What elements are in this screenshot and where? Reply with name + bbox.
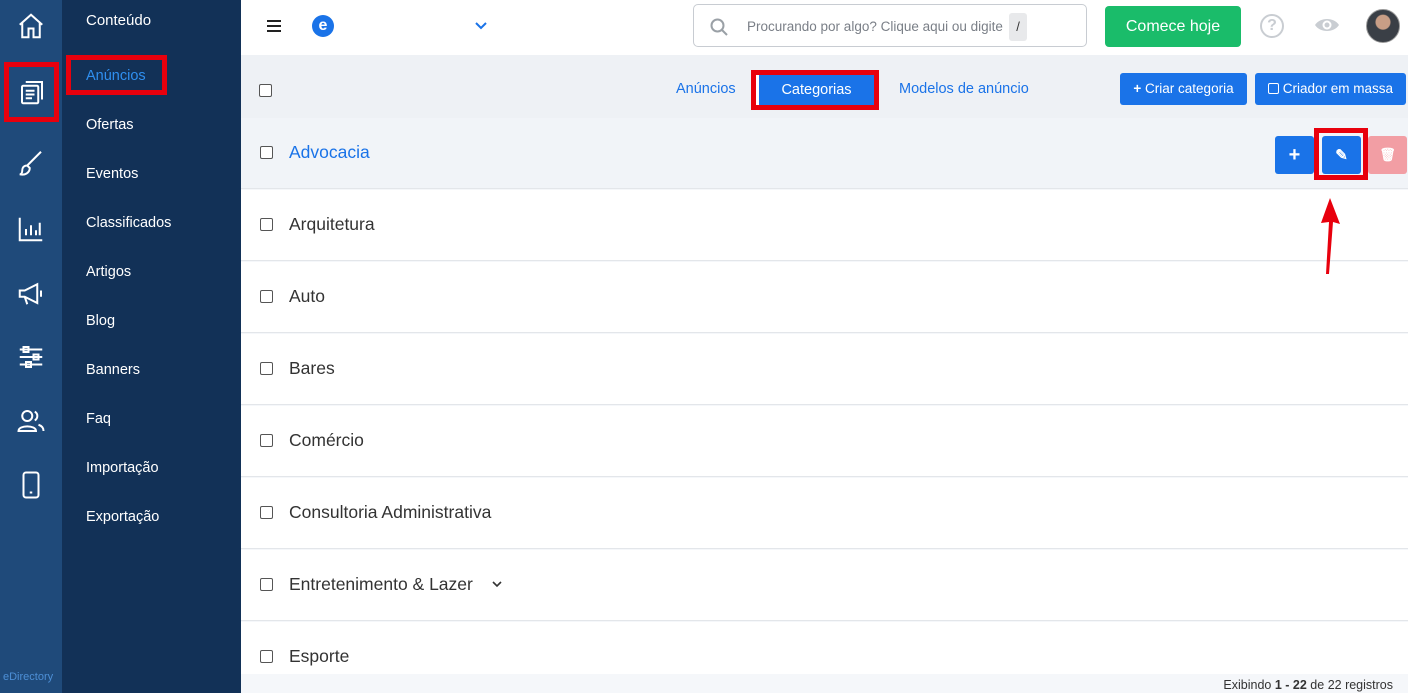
row-checkbox[interactable] [260,362,273,375]
submenu-item-faq[interactable]: Faq [86,411,111,427]
megaphone-icon[interactable] [0,268,62,317]
tab-anuncios[interactable]: Anúncios [676,81,736,97]
sliders-icon[interactable] [0,332,62,381]
record-total: 22 registros [1327,678,1393,692]
category-row[interactable]: Advocacia + ✎ 🗑 [241,118,1408,189]
tabs-bar: Anúncios Categorias Modelos de anúncio +… [241,55,1408,118]
submenu-item-banners[interactable]: Banners [86,362,140,378]
category-name[interactable]: Arquitetura [289,214,375,235]
create-category-button[interactable]: + Criar categoria [1120,73,1247,105]
category-name[interactable]: Auto [289,286,325,307]
content-submenu: Conteúdo Anúncios Ofertas Eventos Classi… [62,0,241,693]
category-row[interactable]: Comércio [241,406,1408,477]
bulk-creator-label: Criador em massa [1282,81,1394,96]
submenu-item-anuncios[interactable]: Anúncios [86,68,146,84]
record-range: 1 - 22 [1274,678,1307,692]
submenu-item-importacao[interactable]: Importação [86,460,159,476]
tab-categorias[interactable]: Categorias [756,75,874,105]
category-name[interactable]: Entretenimento & Lazer [289,574,473,595]
tab-categorias-highlight: Categorias [751,70,879,110]
row-checkbox[interactable] [260,434,273,447]
trash-icon: 🗑 [1379,147,1396,162]
search-placeholder: Procurando por algo? Clique aqui ou digi… [747,19,1003,34]
users-icon[interactable] [0,396,62,445]
red-arrow-annotation [1321,198,1340,274]
bulk-creator-button[interactable]: Criador em massa [1255,73,1406,105]
category-name[interactable]: Consultoria Administrativa [289,502,491,523]
select-all-checkbox[interactable] [259,84,272,97]
record-count: Exibindo 1 - 22 de 22 registros [1223,678,1393,692]
create-category-label: Criar categoria [1145,81,1234,96]
pagination-footer: Exibindo 1 - 22 de 22 registros [241,674,1408,693]
category-name[interactable]: Esporte [289,646,349,667]
chevron-down-icon[interactable] [491,578,503,590]
record-count-prefix: Exibindo [1223,678,1272,692]
edit-highlight-box [1314,128,1368,180]
menu-icon[interactable] [267,20,281,32]
icon-rail: eDirectory [0,0,62,693]
start-today-button[interactable]: Comece hoje [1105,6,1241,47]
category-row[interactable]: Consultoria Administrativa [241,478,1408,549]
row-checkbox[interactable] [260,578,273,591]
search-input[interactable]: Procurando por algo? Clique aqui ou digi… [693,4,1087,47]
category-row[interactable]: Bares [241,334,1408,405]
copy-icon [1267,83,1279,94]
category-name[interactable]: Comércio [289,430,364,451]
brush-icon[interactable] [0,138,62,187]
plus-icon: + [1133,81,1142,96]
logo-icon[interactable]: e [312,15,334,37]
home-icon[interactable] [0,1,62,50]
tab-modelos-de-anuncio[interactable]: Modelos de anúncio [899,81,1029,97]
top-bar: e Procurando por algo? Clique aqui ou di… [241,0,1408,55]
category-row[interactable]: Entretenimento & Lazer [241,550,1408,621]
plus-icon: + [1288,143,1301,166]
row-checkbox[interactable] [260,290,273,303]
delete-category-button[interactable]: 🗑 [1368,136,1407,174]
submenu-item-eventos[interactable]: Eventos [86,166,138,182]
submenu-item-exportacao[interactable]: Exportação [86,509,159,525]
row-checkbox[interactable] [260,146,273,159]
category-row[interactable]: Arquitetura [241,190,1408,261]
eye-icon[interactable] [1314,14,1340,36]
help-icon[interactable]: ? [1260,14,1284,38]
submenu-title: Conteúdo [86,12,152,29]
category-name[interactable]: Bares [289,358,335,379]
chevron-down-icon[interactable] [474,18,488,32]
row-checkbox[interactable] [260,650,273,663]
category-row[interactable]: Auto [241,262,1408,333]
submenu-item-blog[interactable]: Blog [86,313,115,329]
row-checkbox[interactable] [260,218,273,231]
add-subcategory-button[interactable]: + [1275,136,1314,174]
avatar[interactable] [1366,9,1400,43]
category-name[interactable]: Advocacia [289,142,370,163]
row-checkbox[interactable] [260,506,273,519]
brand-label: eDirectory [3,671,54,683]
submenu-item-classificados[interactable]: Classificados [86,215,171,231]
mobile-icon[interactable] [0,460,62,509]
submenu-item-ofertas[interactable]: Ofertas [86,117,134,133]
record-count-middle: de [1310,678,1325,692]
chart-icon[interactable] [0,204,62,253]
content-icon[interactable] [4,62,59,122]
submenu-item-artigos[interactable]: Artigos [86,264,131,280]
search-icon [710,18,728,36]
search-shortcut: / [1009,13,1027,41]
